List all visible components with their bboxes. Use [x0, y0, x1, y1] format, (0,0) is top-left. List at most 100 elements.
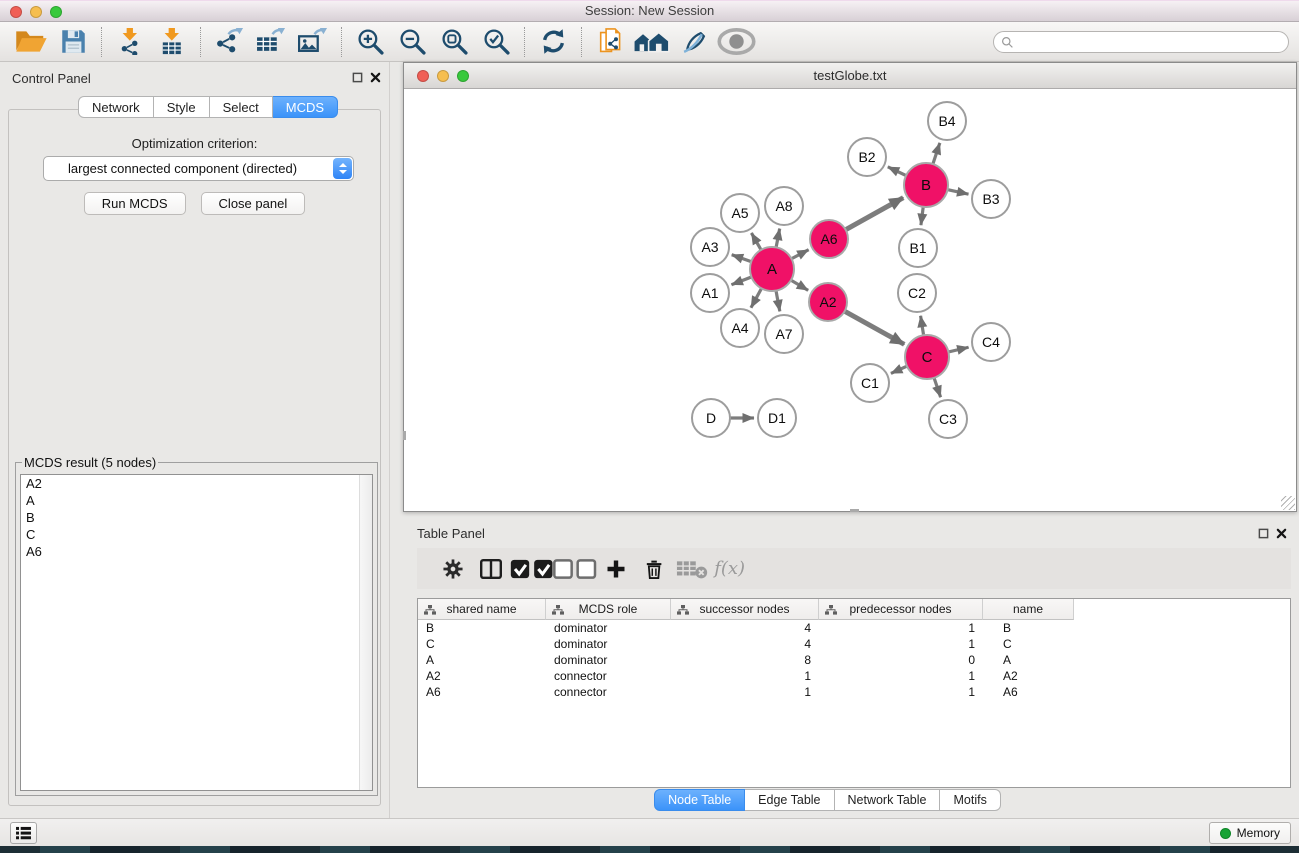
search-input[interactable]	[1014, 35, 1288, 49]
cell-name[interactable]: C	[983, 637, 1074, 651]
toggle-graphics-details-button[interactable]	[673, 24, 715, 60]
cell-shared-name[interactable]: A2	[418, 669, 546, 683]
cell-successor-nodes[interactable]: 4	[671, 621, 819, 635]
tab-network[interactable]: Network	[78, 96, 154, 118]
export-table-button[interactable]	[250, 24, 292, 60]
search-field[interactable]	[993, 31, 1289, 53]
graph-node-B[interactable]: B	[903, 162, 949, 208]
zoom-selected-button[interactable]	[475, 24, 517, 60]
cell-name[interactable]: A2	[983, 669, 1074, 683]
mcds-result-list[interactable]: A2ABCA6	[20, 474, 373, 791]
run-mcds-button[interactable]: Run MCDS	[84, 192, 186, 215]
column-header-mcds-role[interactable]: MCDS role	[546, 599, 671, 620]
graph-node-A2[interactable]: A2	[808, 282, 848, 322]
table-tab-edge-table[interactable]: Edge Table	[745, 789, 834, 811]
column-header-name[interactable]: name	[983, 599, 1074, 620]
cell-successor-nodes[interactable]: 4	[671, 637, 819, 651]
node-table[interactable]: shared nameMCDS rolesuccessor nodesprede…	[417, 598, 1291, 788]
graph-node-C4[interactable]: C4	[971, 322, 1011, 362]
apply-layout-button[interactable]	[532, 24, 574, 60]
cell-mcds-role[interactable]: connector	[546, 685, 671, 699]
table-row-a2[interactable]: A2connector11A2	[418, 668, 1290, 684]
cell-successor-nodes[interactable]: 1	[671, 669, 819, 683]
graph-node-C1[interactable]: C1	[850, 363, 890, 403]
tab-mcds[interactable]: MCDS	[273, 96, 338, 118]
unselect-all-columns-button[interactable]	[553, 551, 596, 587]
cell-name[interactable]: B	[983, 621, 1074, 635]
graph-node-B2[interactable]: B2	[847, 137, 887, 177]
graph-node-D[interactable]: D	[691, 398, 731, 438]
new-network-from-selection-button[interactable]	[589, 24, 631, 60]
table-row-a6[interactable]: A6connector11A6	[418, 684, 1290, 700]
graph-node-B3[interactable]: B3	[971, 179, 1011, 219]
mcds-result-item-c[interactable]: C	[21, 526, 372, 543]
zoom-out-button[interactable]	[391, 24, 433, 60]
cell-mcds-role[interactable]: dominator	[546, 637, 671, 651]
cell-mcds-role[interactable]: dominator	[546, 621, 671, 635]
cell-predecessor-nodes[interactable]: 1	[819, 621, 983, 635]
close-panel-button[interactable]: Close panel	[201, 192, 306, 215]
cell-predecessor-nodes[interactable]: 0	[819, 653, 983, 667]
minimize-window-button[interactable]	[30, 6, 42, 18]
window-resize-handle-left[interactable]	[403, 431, 406, 440]
create-column-button[interactable]	[597, 551, 635, 587]
table-row-b[interactable]: Bdominator41B	[418, 620, 1290, 636]
cell-name[interactable]: A6	[983, 685, 1074, 699]
close-window-button[interactable]	[10, 6, 22, 18]
table-row-a[interactable]: Adominator80A	[418, 652, 1290, 668]
graph-node-D1[interactable]: D1	[757, 398, 797, 438]
network-window-titlebar[interactable]: testGlobe.txt	[404, 63, 1296, 89]
table-tab-node-table[interactable]: Node Table	[654, 789, 745, 811]
tab-select[interactable]: Select	[210, 96, 273, 118]
cell-mcds-role[interactable]: connector	[546, 669, 671, 683]
export-network-button[interactable]	[208, 24, 250, 60]
task-history-button[interactable]	[10, 822, 37, 844]
mcds-result-item-a[interactable]: A	[21, 492, 372, 509]
graph-node-A5[interactable]: A5	[720, 193, 760, 233]
table-mode-button[interactable]	[434, 551, 472, 587]
cell-shared-name[interactable]: B	[418, 621, 546, 635]
graph-node-B4[interactable]: B4	[927, 101, 967, 141]
graph-node-C3[interactable]: C3	[928, 399, 968, 439]
delete-columns-button[interactable]	[635, 551, 673, 587]
export-image-button[interactable]	[292, 24, 334, 60]
cell-successor-nodes[interactable]: 1	[671, 685, 819, 699]
memory-button[interactable]: Memory	[1209, 822, 1291, 844]
graph-node-A1[interactable]: A1	[690, 273, 730, 313]
first-neighbors-button[interactable]	[631, 24, 673, 60]
cell-shared-name[interactable]: C	[418, 637, 546, 651]
mcds-result-item-a6[interactable]: A6	[21, 543, 372, 560]
cell-shared-name[interactable]: A6	[418, 685, 546, 699]
graph-node-A8[interactable]: A8	[764, 186, 804, 226]
network-close-button[interactable]	[417, 70, 429, 82]
graph-node-A[interactable]: A	[749, 246, 795, 292]
graph-node-A6[interactable]: A6	[809, 219, 849, 259]
graph-node-A7[interactable]: A7	[764, 314, 804, 354]
table-tab-network-table[interactable]: Network Table	[835, 789, 941, 811]
cell-mcds-role[interactable]: dominator	[546, 653, 671, 667]
cell-shared-name[interactable]: A	[418, 653, 546, 667]
table-panel-float-button[interactable]	[1258, 527, 1269, 542]
open-session-button[interactable]	[10, 24, 52, 60]
show-columns-button[interactable]	[472, 551, 510, 587]
network-zoom-button[interactable]	[457, 70, 469, 82]
graph-node-B1[interactable]: B1	[898, 228, 938, 268]
column-header-successor-nodes[interactable]: successor nodes	[671, 599, 819, 620]
control-panel-float-button[interactable]	[352, 71, 363, 86]
table-row-c[interactable]: Cdominator41C	[418, 636, 1290, 652]
import-table-button[interactable]	[151, 24, 193, 60]
graph-node-A4[interactable]: A4	[720, 308, 760, 348]
graph-node-A3[interactable]: A3	[690, 227, 730, 267]
mcds-result-item-a2[interactable]: A2	[21, 475, 372, 492]
column-header-predecessor-nodes[interactable]: predecessor nodes	[819, 599, 983, 620]
column-header-shared-name[interactable]: shared name	[418, 599, 546, 620]
control-panel-close-button[interactable]	[370, 71, 381, 86]
cell-predecessor-nodes[interactable]: 1	[819, 637, 983, 651]
table-tab-motifs[interactable]: Motifs	[940, 789, 1000, 811]
zoom-fit-button[interactable]	[433, 24, 475, 60]
cell-predecessor-nodes[interactable]: 1	[819, 685, 983, 699]
result-list-scrollbar[interactable]	[359, 475, 372, 790]
cell-predecessor-nodes[interactable]: 1	[819, 669, 983, 683]
network-minimize-button[interactable]	[437, 70, 449, 82]
graph-node-C2[interactable]: C2	[897, 273, 937, 313]
